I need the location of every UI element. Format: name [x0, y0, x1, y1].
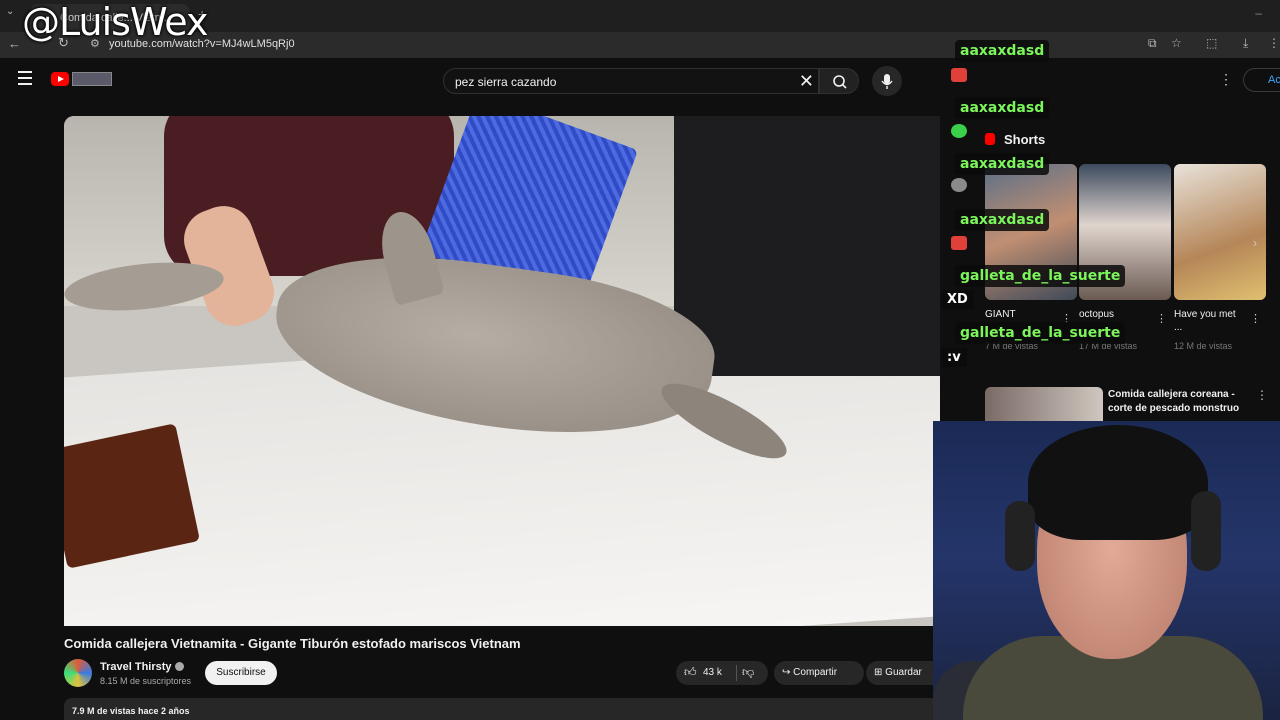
thumbs-up-icon[interactable]: 👍︎	[684, 665, 697, 680]
share-icon: ↪	[782, 667, 794, 678]
chat-username: galleta_de_la_suerte	[955, 322, 1126, 344]
headset-icon	[1005, 501, 1035, 571]
video-player[interactable]	[64, 116, 940, 626]
video-title: Comida callejera Vietnamita - Gigante Ti…	[64, 636, 521, 651]
more-options-icon[interactable]: ⋮	[1250, 312, 1261, 325]
channel-name-link[interactable]: Travel Thirsty	[100, 661, 184, 673]
short-title[interactable]: octopus	[1079, 308, 1114, 321]
streamer-watermark: @LuisWex	[22, 0, 208, 44]
youtube-logo-icon[interactable]	[51, 72, 69, 86]
like-count[interactable]: 43 k	[703, 667, 722, 678]
microphone-button[interactable]	[872, 66, 902, 96]
share-button[interactable]: ↪ Compartir	[774, 661, 864, 685]
headset-icon	[1191, 491, 1221, 571]
download-icon[interactable]: ⤓	[1243, 36, 1248, 51]
subscribe-button[interactable]: Suscribirse	[205, 661, 277, 685]
video-person-right	[674, 116, 940, 376]
more-options-icon[interactable]: ⋮	[1156, 312, 1167, 325]
short-thumbnail[interactable]	[1174, 164, 1266, 300]
youtube-header: pez sierra cazando ✕ ⋮ Ac	[0, 58, 1280, 102]
close-icon[interactable]: ✕	[799, 71, 814, 92]
webcam-overlay	[933, 421, 1280, 720]
back-arrow-icon[interactable]: ←	[8, 36, 21, 51]
thumbs-down-icon[interactable]: 👎︎	[742, 665, 754, 680]
view-count-date: 7.9 M de vistas hace 2 años	[72, 706, 190, 716]
related-video-title[interactable]: Comida callejera coreana - corte de pesc…	[1108, 388, 1248, 416]
short-views: 12 M de vistas	[1174, 341, 1233, 351]
chat-username: aaxaxdasd	[955, 97, 1050, 119]
chat-emote-icon	[951, 236, 967, 250]
chat-username: galleta_de_la_suerte	[955, 265, 1126, 287]
subscriber-count: 8.15 M de suscriptores	[100, 676, 192, 686]
install-app-icon[interactable]: ⧉	[1148, 36, 1157, 51]
like-divider	[736, 665, 737, 681]
more-options-icon[interactable]: ⋮	[1219, 71, 1233, 88]
shorts-icon	[985, 133, 995, 145]
search-icon	[833, 75, 847, 89]
webcam-hair	[1028, 425, 1208, 540]
search-input[interactable]: pez sierra cazando ✕	[443, 68, 819, 94]
hamburger-menu-icon[interactable]	[18, 71, 32, 89]
shorts-heading-label: Shorts	[1004, 132, 1046, 147]
chat-emote-icon	[951, 124, 967, 138]
chat-username: aaxaxdasd	[955, 40, 1050, 62]
bookmark-star-icon[interactable]: ☆	[1171, 36, 1182, 50]
save-label: Guardar	[885, 667, 922, 678]
description-box[interactable]: 7.9 M de vistas hace 2 años	[64, 698, 940, 720]
more-options-icon[interactable]: ⋮	[1256, 388, 1268, 402]
verified-icon	[174, 662, 184, 671]
save-icon: ⊞	[874, 667, 886, 678]
chat-message: :v	[941, 348, 967, 367]
tab-search-icon[interactable]: ⌄	[6, 6, 14, 17]
chat-emote-icon	[951, 68, 967, 82]
menu-icon[interactable]: ⋮	[1268, 36, 1280, 50]
shorts-heading: Shorts	[985, 132, 1045, 147]
channel-avatar[interactable]	[64, 659, 92, 687]
extensions-icon[interactable]: ⬚	[1206, 36, 1217, 50]
microphone-icon	[881, 74, 893, 89]
chevron-right-icon[interactable]: ›	[1253, 236, 1257, 250]
search-query-text: pez sierra cazando	[455, 75, 557, 89]
search-button[interactable]	[819, 68, 859, 94]
channel-logo-badge	[72, 72, 112, 86]
chat-username: aaxaxdasd	[955, 209, 1050, 231]
share-label: Compartir	[793, 667, 838, 678]
chat-username: aaxaxdasd	[955, 153, 1050, 175]
chat-message: XD	[941, 290, 974, 309]
related-video-thumbnail[interactable]	[985, 387, 1103, 421]
sign-in-button[interactable]: Ac	[1243, 68, 1280, 92]
short-title[interactable]: Have you met ...	[1174, 308, 1244, 334]
chat-emote-icon	[951, 178, 967, 192]
short-title[interactable]: GIANT	[985, 308, 1016, 321]
like-dislike-group: 👍︎ 43 k 👎︎	[676, 661, 768, 685]
minimize-button[interactable]: –	[1255, 6, 1262, 20]
channel-name[interactable]: Travel Thirsty	[100, 661, 172, 673]
